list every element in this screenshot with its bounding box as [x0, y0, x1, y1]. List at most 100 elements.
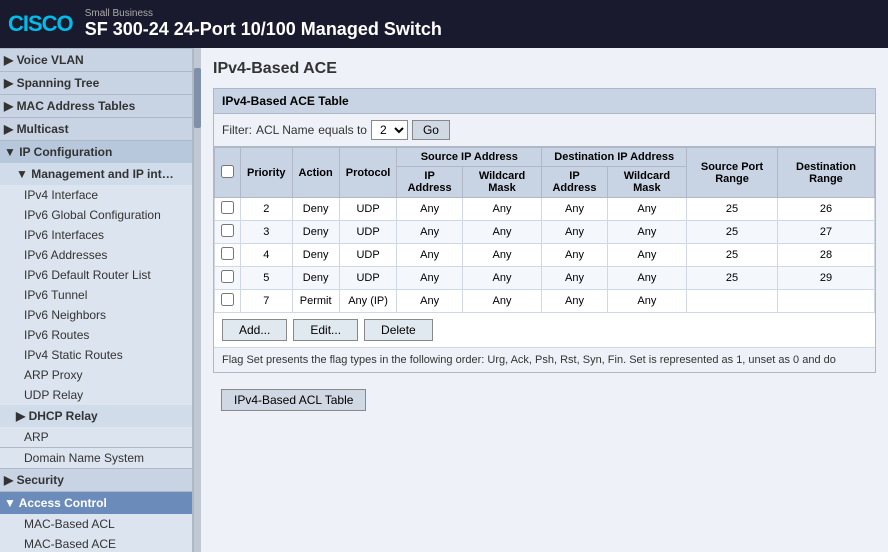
cell-src-port: 25 — [687, 267, 778, 290]
table-row: 7 Permit Any (IP) Any Any Any Any — [215, 290, 875, 313]
sidebar-wrapper: ▶ Voice VLAN ▶ Spanning Tree ▶ MAC Addre… — [0, 48, 201, 552]
filter-go-button[interactable]: Go — [412, 120, 450, 140]
arrow-icon: ▶ — [4, 53, 17, 67]
cell-dst-ip: Any — [542, 198, 607, 221]
filter-value-select[interactable]: 1 2 3 4 — [371, 120, 408, 140]
cell-dst-mask: Any — [607, 244, 686, 267]
cell-src-ip: Any — [397, 198, 462, 221]
sidebar-item-ipv4-static-routes[interactable]: IPv4 Static Routes — [0, 345, 192, 365]
sidebar-item-ipv6-interfaces[interactable]: IPv6 Interfaces — [0, 225, 192, 245]
th-protocol: Protocol — [339, 148, 397, 198]
sidebar-item-security[interactable]: ▶ Security — [0, 468, 192, 491]
table-row: 4 Deny UDP Any Any Any Any 25 28 — [215, 244, 875, 267]
cell-action: Permit — [292, 290, 339, 313]
cell-protocol: UDP — [339, 198, 397, 221]
cell-priority: 5 — [241, 267, 293, 290]
delete-button[interactable]: Delete — [364, 319, 433, 341]
filter-row: Filter: ACL Name equals to 1 2 3 4 Go — [214, 114, 875, 147]
arrow-icon: ▼ — [4, 496, 19, 510]
sidebar-item-arp[interactable]: ARP — [0, 427, 192, 447]
cell-protocol: UDP — [339, 267, 397, 290]
sidebar-item-mac-based-acl[interactable]: MAC-Based ACL — [0, 514, 192, 534]
brand-label: Small Business — [85, 8, 442, 19]
row-checkbox[interactable] — [221, 224, 234, 237]
device-title: SF 300-24 24-Port 10/100 Managed Switch — [85, 19, 442, 40]
th-source-port: Source Port Range — [687, 148, 778, 198]
filter-operator: equals to — [318, 123, 367, 137]
row-checkbox-cell[interactable] — [215, 267, 241, 290]
cell-priority: 2 — [241, 198, 293, 221]
filter-label: Filter: — [222, 123, 252, 137]
header-brand: Small Business SF 300-24 24-Port 10/100 … — [85, 8, 442, 40]
arrow-icon: ▶ — [4, 122, 17, 136]
cell-src-mask: Any — [462, 198, 541, 221]
sidebar-item-ipv4-interface[interactable]: IPv4 Interface — [0, 185, 192, 205]
th-priority: Priority — [241, 148, 293, 198]
th-dest-port: Destination Range — [777, 148, 874, 198]
sidebar-item-mgmt-ip[interactable]: ▼ Management and IP interfa... — [0, 163, 192, 185]
sidebar-item-udp-relay[interactable]: UDP Relay — [0, 385, 192, 405]
cell-dst-mask: Any — [607, 221, 686, 244]
cell-priority: 4 — [241, 244, 293, 267]
page-title: IPv4-Based ACE — [213, 60, 876, 78]
th-action: Action — [292, 148, 339, 198]
sidebar-item-ipv6-neighbors[interactable]: IPv6 Neighbors — [0, 305, 192, 325]
sidebar-item-ipv6-default-router[interactable]: IPv6 Default Router List — [0, 265, 192, 285]
th-source-ip: Source IP Address — [397, 148, 542, 167]
cell-dst-mask: Any — [607, 198, 686, 221]
cell-src-port — [687, 290, 778, 313]
sidebar-item-arp-proxy[interactable]: ARP Proxy — [0, 365, 192, 385]
table-card-header: IPv4-Based ACE Table — [214, 89, 875, 114]
sidebar-item-access-control[interactable]: ▼ Access Control — [0, 491, 192, 514]
sidebar: ▶ Voice VLAN ▶ Spanning Tree ▶ MAC Addre… — [0, 48, 193, 552]
header: CISCO Small Business SF 300-24 24-Port 1… — [0, 0, 888, 48]
arrow-icon: ▼ — [16, 167, 31, 181]
cell-dst-port: 29 — [777, 267, 874, 290]
row-checkbox[interactable] — [221, 247, 234, 260]
row-checkbox[interactable] — [221, 270, 234, 283]
sidebar-item-ip-configuration[interactable]: ▼ IP Configuration — [0, 140, 192, 163]
add-button[interactable]: Add... — [222, 319, 287, 341]
ace-table: Priority Action Protocol Source IP Addre… — [214, 147, 875, 313]
cell-dst-ip: Any — [542, 267, 607, 290]
cell-dst-port: 28 — [777, 244, 874, 267]
cell-action: Deny — [292, 244, 339, 267]
note-text: Flag Set presents the flag types in the … — [214, 347, 875, 372]
sidebar-item-mac-address-tables[interactable]: ▶ MAC Address Tables — [0, 94, 192, 117]
cell-action: Deny — [292, 198, 339, 221]
content-area: IPv4-Based ACE IPv4-Based ACE Table Filt… — [201, 48, 888, 552]
cell-protocol: Any (IP) — [339, 290, 397, 313]
cell-src-mask: Any — [462, 221, 541, 244]
cell-dst-ip: Any — [542, 221, 607, 244]
sidebar-scrollbar[interactable] — [193, 48, 201, 552]
sidebar-item-spanning-tree[interactable]: ▶ Spanning Tree — [0, 71, 192, 94]
sidebar-item-ipv6-global-config[interactable]: IPv6 Global Configuration — [0, 205, 192, 225]
edit-button[interactable]: Edit... — [293, 319, 358, 341]
row-checkbox[interactable] — [221, 293, 234, 306]
sidebar-item-mac-based-ace[interactable]: MAC-Based ACE — [0, 534, 192, 552]
sidebar-item-voice-vlan[interactable]: ▶ Voice VLAN — [0, 48, 192, 71]
cell-src-mask: Any — [462, 244, 541, 267]
arrow-icon: ▶ — [4, 473, 17, 487]
back-to-acl-button[interactable]: IPv4-Based ACL Table — [221, 389, 366, 411]
th-src-wildcard: Wildcard Mask — [462, 167, 541, 198]
row-checkbox-cell[interactable] — [215, 290, 241, 313]
select-all-checkbox[interactable] — [221, 165, 234, 178]
row-checkbox-cell[interactable] — [215, 198, 241, 221]
sidebar-item-domain-name[interactable]: Domain Name System — [0, 447, 192, 468]
sidebar-item-multicast[interactable]: ▶ Multicast — [0, 117, 192, 140]
sidebar-item-ipv6-tunnel[interactable]: IPv6 Tunnel — [0, 285, 192, 305]
cell-src-mask: Any — [462, 290, 541, 313]
sidebar-item-ipv6-addresses[interactable]: IPv6 Addresses — [0, 245, 192, 265]
row-checkbox[interactable] — [221, 201, 234, 214]
row-checkbox-cell[interactable] — [215, 221, 241, 244]
cell-src-port: 25 — [687, 221, 778, 244]
th-dst-ip-addr: IP Address — [542, 167, 607, 198]
scrollbar-thumb[interactable] — [194, 68, 201, 128]
row-checkbox-cell[interactable] — [215, 244, 241, 267]
cell-src-port: 25 — [687, 244, 778, 267]
sidebar-item-dhcp-relay[interactable]: ▶ DHCP Relay — [0, 405, 192, 427]
sidebar-item-ipv6-routes[interactable]: IPv6 Routes — [0, 325, 192, 345]
filter-field: ACL Name — [256, 123, 314, 137]
arrow-icon: ▼ — [4, 145, 19, 159]
